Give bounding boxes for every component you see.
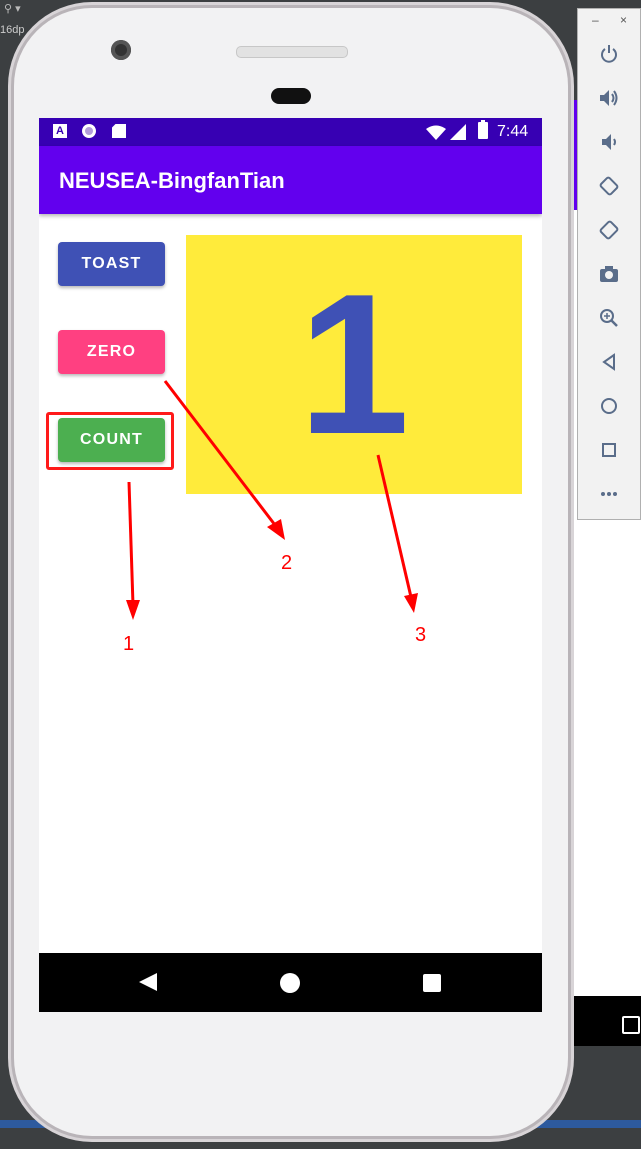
arrow-1-head: [126, 600, 140, 620]
arrow-2-head: [267, 519, 285, 540]
volume-down-icon[interactable]: [598, 131, 620, 153]
overview-icon[interactable]: [598, 439, 620, 461]
annotation-label-2: 2: [281, 552, 293, 574]
camera-icon[interactable]: [598, 263, 620, 285]
back-icon[interactable]: [598, 351, 620, 373]
arrow-2: [163, 380, 277, 526]
annotation-label-3: 3: [415, 624, 427, 646]
volume-up-icon[interactable]: [598, 87, 620, 109]
close-icon[interactable]: ×: [620, 13, 627, 27]
more-icon[interactable]: [598, 483, 620, 505]
power-icon[interactable]: [598, 43, 620, 65]
minimize-icon[interactable]: –: [592, 13, 599, 27]
rotate-left-icon[interactable]: [598, 175, 620, 197]
arrow-1: [127, 481, 135, 606]
home-icon[interactable]: [598, 395, 620, 417]
zoom-icon[interactable]: [598, 307, 620, 329]
arrow-3-head: [404, 593, 418, 613]
rotate-right-icon[interactable]: [598, 219, 620, 241]
emulator-toolbar: – ×: [577, 8, 641, 520]
annotation-label-1: 1: [123, 633, 135, 655]
arrow-3: [376, 454, 413, 598]
annotation-arrows: [126, 380, 418, 620]
